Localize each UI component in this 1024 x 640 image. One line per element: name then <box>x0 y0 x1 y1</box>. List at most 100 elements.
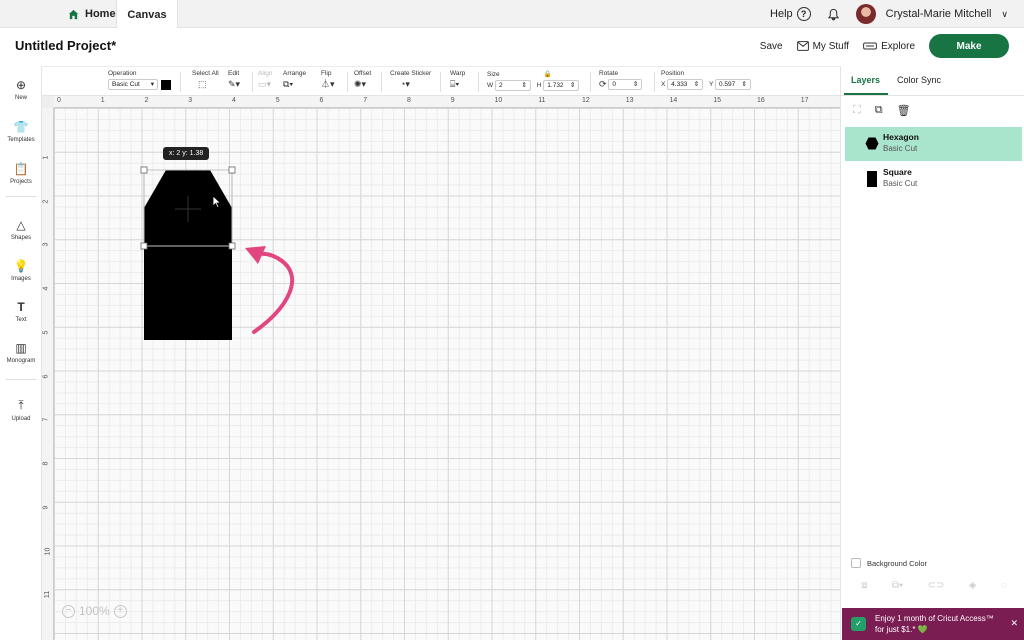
sidebar-item-text[interactable]: T Text <box>0 300 42 323</box>
pink-arrow-annotation <box>245 246 294 334</box>
selectall-group: Select All ⬚ <box>192 70 219 90</box>
tab-canvas-label: Canvas <box>127 8 167 21</box>
tab-canvas[interactable]: Canvas <box>116 0 178 29</box>
contour-icon[interactable]: ◌ <box>1001 580 1007 591</box>
hexagon-icon <box>865 137 879 150</box>
sidebar-item-label: Monogram <box>6 358 36 364</box>
resize-handle-top-left[interactable] <box>140 166 148 174</box>
design-canvas[interactable]: 0 1 2 3 4 5 6 7 8 9 10 11 12 13 14 15 16 17 1 2 3 4 5 6 7 8 9 10 11… <box>42 96 840 640</box>
project-header: Untitled Project* Save My Stuff Explore … <box>0 28 1024 66</box>
combine-icon[interactable]: ⧉▾ <box>892 580 903 591</box>
flatten-icon[interactable]: ◈ <box>969 580 977 591</box>
tab-color-sync[interactable]: Color Sync <box>897 75 941 85</box>
position-label: Position <box>661 70 685 77</box>
y-label: Y <box>708 81 714 89</box>
clipboard-icon: 📋 <box>13 162 29 176</box>
panel-bottom-actions: ⧈ ⧉▾ ⊂⊃ ◈ ◌ <box>849 580 1019 591</box>
layers-panel: Layers Color Sync ⛶ ⧉ 🗑 Hexagon Basic Cu… <box>840 66 1024 640</box>
sidebar-item-shapes[interactable]: △ Shapes <box>0 218 42 241</box>
align-label: Align <box>258 70 273 77</box>
rotate-group: Rotate ⟳ 0 ⇕ <box>599 70 643 90</box>
tab-layers[interactable]: Layers <box>851 75 880 85</box>
user-name[interactable]: Crystal-Marie Mitchell <box>886 8 992 20</box>
mystuff-button[interactable]: My Stuff <box>796 40 850 52</box>
color-swatch[interactable] <box>161 79 171 90</box>
mystuff-label: My Stuff <box>812 40 850 52</box>
position-group: Position X 4.333 ⇕ Y 0.597 ⇕ <box>661 70 751 90</box>
upload-icon: ⤒ <box>18 398 24 412</box>
x-label: X <box>661 81 666 89</box>
background-color-row[interactable]: Background Color <box>851 558 927 568</box>
resize-handle-bottom-right[interactable] <box>228 242 236 250</box>
trash-icon[interactable]: 🗑 <box>897 104 911 117</box>
bell-icon[interactable] <box>827 8 840 21</box>
square-icon <box>867 171 877 187</box>
tab-home[interactable]: Home <box>60 0 124 28</box>
make-button[interactable]: Make <box>929 34 1009 58</box>
sidebar-item-label: Templates <box>7 137 35 143</box>
resize-handle-bottom-left[interactable] <box>140 242 148 250</box>
attach-icon[interactable]: ⊂⊃ <box>928 580 945 591</box>
header-actions: Save My Stuff Explore Make <box>760 34 1009 58</box>
sidebar-item-label: Upload <box>11 416 31 422</box>
warp-group: Warp ⌸▾ <box>450 70 465 90</box>
x-input[interactable]: 4.333 ⇕ <box>667 79 704 90</box>
rotate-icon: ⟳ <box>599 79 607 89</box>
save-button[interactable]: Save <box>760 41 783 52</box>
edit-group: Edit ✎▾ <box>228 70 240 90</box>
resize-handle-top-right[interactable] <box>228 166 236 174</box>
sticker-icon[interactable]: ◔▾ <box>400 79 410 90</box>
mail-icon <box>796 41 809 51</box>
sidebar-item-projects[interactable]: 📋 Projects <box>0 162 42 185</box>
layer-row-hexagon[interactable]: Hexagon Basic Cut <box>845 127 1022 161</box>
close-icon[interactable]: ✕ <box>1010 618 1018 629</box>
monogram-icon: ▥ <box>15 341 27 355</box>
select-all-icon[interactable]: ⬚ <box>198 79 207 90</box>
background-color-checkbox[interactable] <box>851 558 861 568</box>
height-input[interactable]: 1.732 ⇕ <box>543 80 580 91</box>
width-input[interactable]: 2 ⇕ <box>494 80 531 91</box>
project-title[interactable]: Untitled Project* <box>15 38 116 53</box>
chevron-down-icon[interactable]: ∨ <box>1001 9 1008 20</box>
sidebar-item-new[interactable]: ⊕ New <box>0 78 42 101</box>
edit-pen-icon[interactable]: ✎▾ <box>228 79 240 90</box>
top-right-area: Help ? Crystal-Marie Mitchell ∨ <box>770 0 1008 28</box>
ungroup-icon[interactable]: ⛶ <box>853 104 861 117</box>
sidebar-item-templates[interactable]: 👕 Templates <box>0 120 42 143</box>
warp-icon[interactable]: ⌸▾ <box>450 79 459 90</box>
warp-label: Warp <box>450 70 466 77</box>
layer-name: Hexagon <box>883 132 919 142</box>
sidebar-item-upload[interactable]: ⤒ Upload <box>0 398 42 422</box>
operation-select[interactable]: Basic Cut ▾ <box>108 79 158 90</box>
size-label: Size 🔒 <box>487 71 552 78</box>
square-shape[interactable] <box>144 246 232 340</box>
layer-row-square[interactable]: Square Basic Cut <box>845 162 1022 196</box>
sidebar-item-images[interactable]: 💡 Images <box>0 259 42 282</box>
flip-icon[interactable]: ⏃▾ <box>321 79 335 90</box>
canvas-shapes <box>140 166 294 340</box>
arrange-icon[interactable]: ⧉▾ <box>283 79 293 90</box>
avatar[interactable] <box>855 4 876 24</box>
explore-button[interactable]: Explore <box>863 41 915 52</box>
zoom-out-button[interactable]: − <box>62 604 75 618</box>
rotate-input[interactable]: 0 ⇕ <box>608 79 643 90</box>
help-label: Help <box>770 8 793 20</box>
y-input[interactable]: 0.597 ⇕ <box>715 79 751 90</box>
promo-banner[interactable]: ✓ Enjoy 1 month of Cricut Access™ for ju… <box>842 608 1024 640</box>
background-color-label: Background Color <box>867 558 928 568</box>
left-sidebar: ⊕ New 👕 Templates 📋 Projects △ Shapes 💡 … <box>0 66 42 640</box>
sidebar-item-monogram[interactable]: ▥ Monogram <box>0 341 42 364</box>
align-icon[interactable]: ▭▾ <box>258 79 271 90</box>
operation-group: Operation Basic Cut ▾ <box>108 70 171 90</box>
help-link[interactable]: Help ? <box>770 7 811 21</box>
sticker-group: Create Sticker ◔▾ <box>390 70 431 90</box>
arrange-label: Arrange <box>283 70 307 77</box>
slice-icon[interactable]: ⧈ <box>861 580 867 591</box>
layer-operation: Basic Cut <box>883 144 918 153</box>
align-group: Align ▭▾ <box>258 70 272 90</box>
duplicate-icon[interactable]: ⧉ <box>875 104 883 117</box>
offset-icon[interactable]: ✺▾ <box>354 79 366 90</box>
operation-label: Operation <box>108 70 137 77</box>
zoom-in-button[interactable]: + <box>113 604 127 618</box>
zoom-control: − 100% + <box>62 604 127 618</box>
